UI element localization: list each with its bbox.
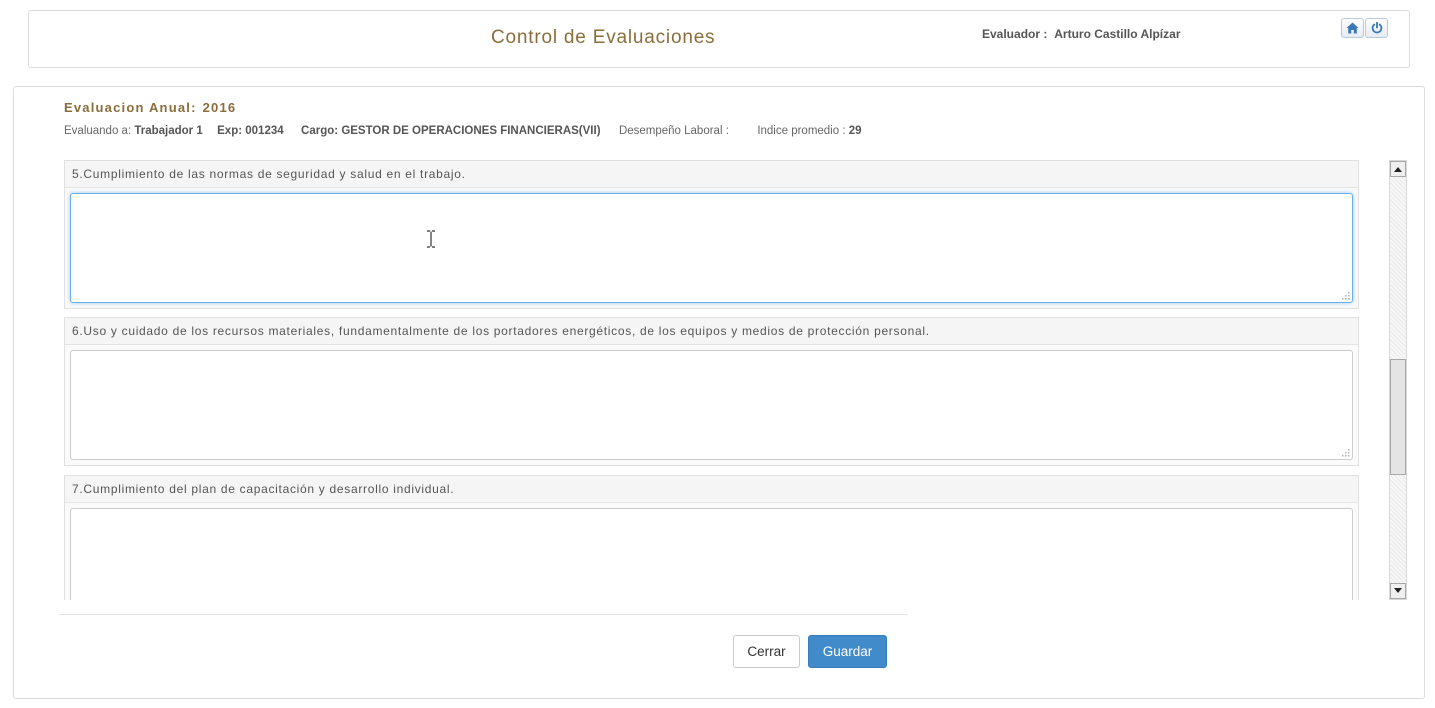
evaluator-label: Evaluador :: [982, 27, 1048, 41]
evaluando-value: Trabajador 1: [134, 125, 203, 137]
logout-button[interactable]: [1365, 18, 1388, 38]
cargo-value: GESTOR DE OPERACIONES FINANCIERAS(VII): [341, 125, 601, 137]
power-icon: [1371, 22, 1382, 34]
cargo-label: Cargo:: [301, 125, 339, 137]
exp-value: 001234: [245, 125, 284, 137]
evaluando-label: Evaluando a:: [64, 125, 132, 137]
evaluation-title-label: Evaluacion Anual:: [64, 100, 197, 115]
resize-grip-icon[interactable]: [1340, 290, 1350, 300]
home-button[interactable]: [1341, 18, 1364, 38]
scroll-up-button[interactable]: [1390, 161, 1406, 177]
indice-value: 29: [848, 125, 862, 137]
evaluation-title: Evaluacion Anual: 2016: [64, 100, 236, 115]
evaluator-name: Arturo Castillo Alpízar: [1054, 27, 1181, 41]
question-5-textarea[interactable]: [70, 193, 1353, 303]
question-5: 5.Cumplimiento de las normas de segurida…: [64, 160, 1359, 309]
question-label: 7.Cumplimiento del plan de capacitación …: [65, 476, 1358, 503]
scrollbar-thumb[interactable]: [1390, 359, 1406, 475]
arrow-down-icon: [1394, 588, 1402, 593]
evaluation-year: 2016: [202, 100, 237, 115]
footer-divider: [59, 614, 908, 615]
question-label: 5.Cumplimiento de las normas de segurida…: [65, 161, 1358, 188]
evaluation-info: Evaluando a: Trabajador 1 Exp: 001234 Ca…: [64, 125, 862, 137]
evaluator-info: Evaluador : Arturo Castillo Alpízar: [982, 27, 1180, 41]
save-button[interactable]: Guardar: [808, 635, 887, 668]
header-panel: Control de Evaluaciones Evaluador : Artu…: [28, 10, 1410, 68]
home-icon: [1346, 22, 1359, 34]
app-title: Control de Evaluaciones: [491, 27, 716, 48]
question-7: 7.Cumplimiento del plan de capacitación …: [64, 475, 1359, 600]
indice-label: Indice promedio :: [757, 125, 846, 137]
question-7-textarea[interactable]: [70, 508, 1353, 600]
resize-grip-icon[interactable]: [1340, 447, 1350, 457]
exp-label: Exp:: [217, 125, 243, 137]
scroll-down-button[interactable]: [1390, 583, 1406, 599]
arrow-up-icon: [1394, 167, 1402, 172]
evaluation-panel: Evaluacion Anual: 2016 Evaluando a: Traba…: [13, 86, 1425, 699]
close-button[interactable]: Cerrar: [733, 635, 800, 668]
questions-scroll-area[interactable]: 5.Cumplimiento de las normas de segurida…: [64, 160, 1359, 600]
question-6-textarea[interactable]: [70, 350, 1353, 460]
vertical-scrollbar[interactable]: [1389, 160, 1407, 600]
question-6: 6.Uso y cuidado de los recursos material…: [64, 317, 1359, 466]
desempeno-label: Desempeño Laboral :: [618, 125, 729, 137]
question-label: 6.Uso y cuidado de los recursos material…: [65, 318, 1358, 345]
text-cursor-icon: [427, 230, 435, 248]
